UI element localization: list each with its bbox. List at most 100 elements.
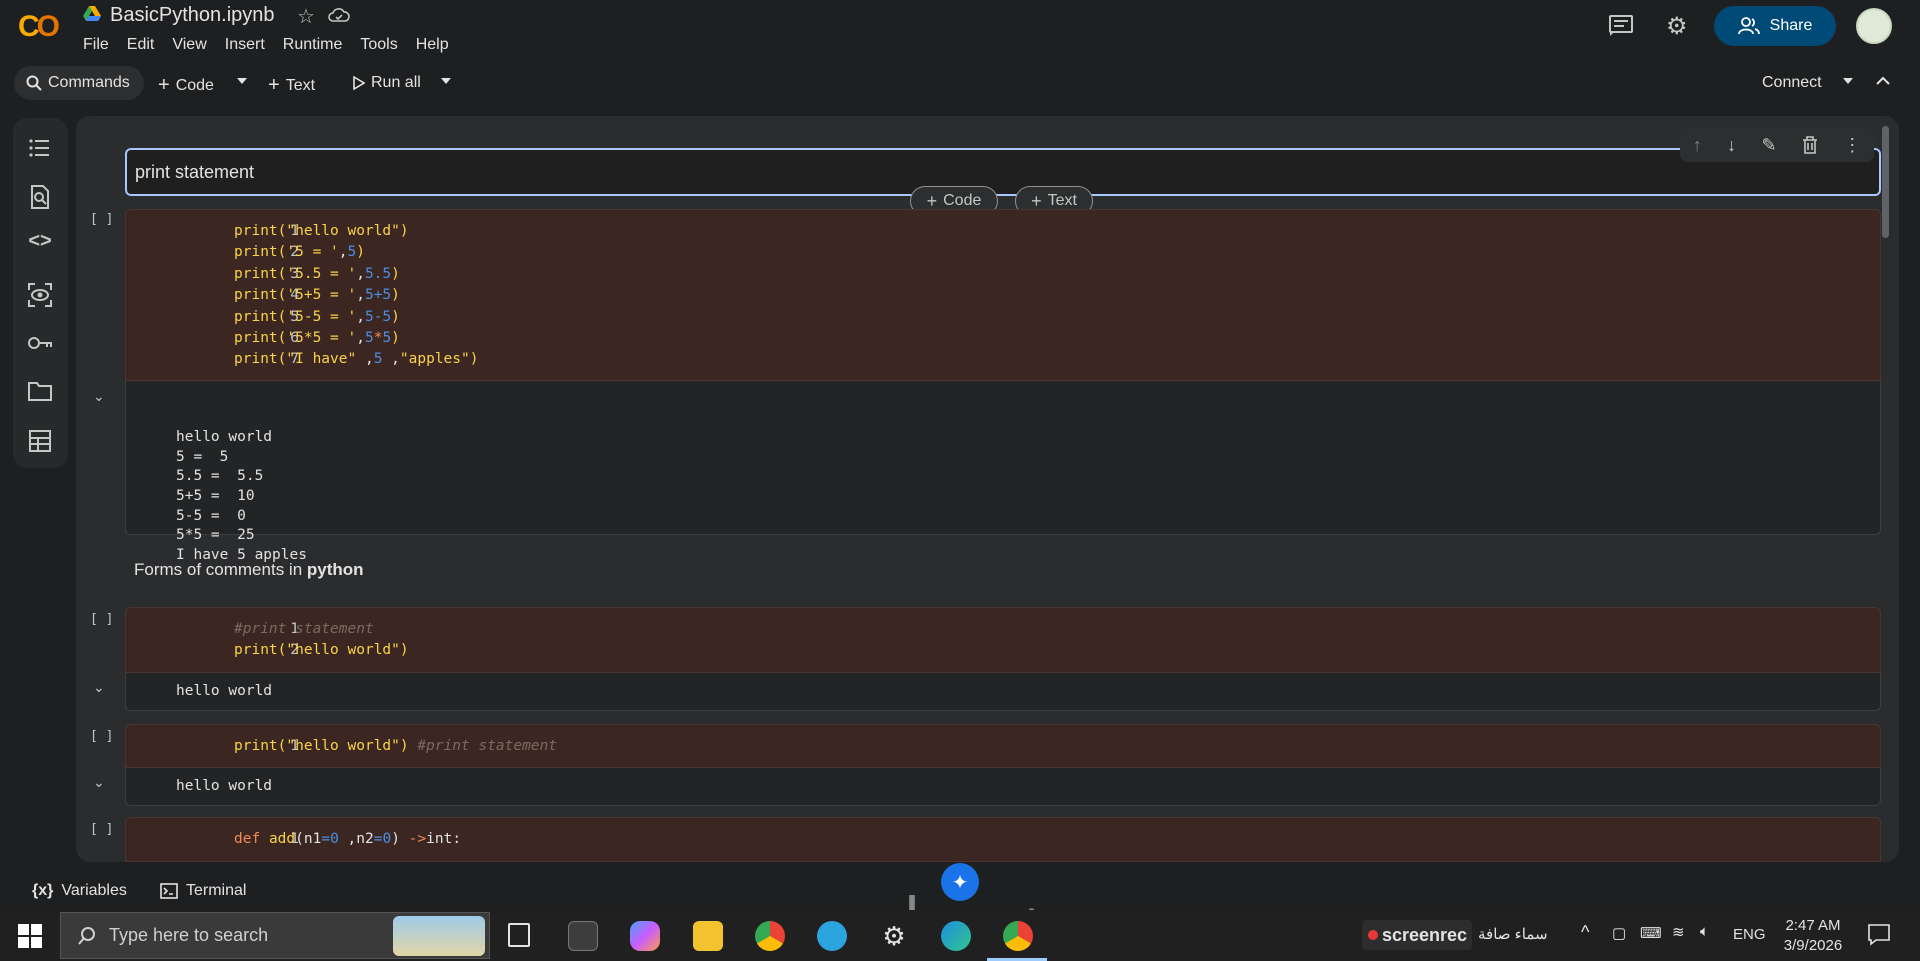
markdown-heading[interactable]: Forms of comments in python [134, 560, 364, 580]
code-editor[interactable]: print("hello world") #print statement [234, 736, 557, 757]
code-cell[interactable]: 1 print("hello world") #print statement [125, 724, 1881, 768]
add-text-button[interactable]: + Text [268, 74, 315, 97]
comments-icon[interactable] [1609, 15, 1633, 37]
wifi-icon[interactable]: ≋ [1672, 923, 1685, 941]
windows-start-icon[interactable] [18, 924, 42, 948]
table-of-contents-icon[interactable] [27, 135, 53, 161]
terminal-icon [160, 883, 178, 899]
menu-view[interactable]: View [172, 36, 206, 54]
heading-bold-text: python [306, 560, 364, 579]
command-prompt-app-icon[interactable] [568, 921, 598, 951]
menu-runtime[interactable]: Runtime [283, 36, 343, 54]
code-dropdown-icon[interactable] [237, 78, 247, 84]
taskbar-search[interactable]: Type here to search [60, 912, 490, 959]
device-icon[interactable]: ▢ [1612, 924, 1626, 942]
star-icon[interactable]: ☆ [297, 4, 315, 29]
windows-taskbar: Type here to search ⚙ screenrec سماء صاف… [0, 910, 1920, 961]
run-cell-button[interactable]: [ ] [90, 822, 113, 837]
file-explorer-icon[interactable] [693, 921, 723, 951]
run-cell-button[interactable]: [ ] [90, 212, 113, 227]
terminal-label: Terminal [186, 882, 247, 899]
edge-app-icon[interactable] [941, 921, 971, 951]
commands-label: Commands [48, 74, 130, 91]
delete-trash-icon[interactable] [1802, 136, 1818, 154]
chrome-app-icon[interactable] [755, 921, 785, 951]
search-icon [78, 926, 95, 945]
code-editor[interactable]: print("hello world") print('5 = ',5) pri… [234, 221, 478, 371]
account-avatar[interactable] [1856, 8, 1892, 44]
notifications-icon[interactable] [1868, 924, 1890, 946]
run-all-dropdown-icon[interactable] [441, 78, 451, 84]
commands-button[interactable]: Commands [14, 66, 144, 100]
code-editor[interactable]: def add(n1=0 ,n2=0) ->int: [234, 829, 461, 850]
copilot-app-icon[interactable] [630, 921, 660, 951]
run-all-button[interactable]: Run all [353, 74, 421, 92]
task-view-icon[interactable] [508, 923, 530, 947]
settings-gear-icon[interactable]: ⚙ [1666, 12, 1688, 41]
plus-icon: + [268, 74, 280, 96]
menu-insert[interactable]: Insert [225, 36, 265, 54]
output-lines: hello world [176, 683, 273, 699]
collapse-output-icon[interactable]: ⌄ [93, 679, 105, 696]
notebook-scrollbar[interactable] [1882, 126, 1889, 238]
secrets-key-icon[interactable] [27, 330, 53, 356]
connect-button[interactable]: Connect [1762, 74, 1822, 92]
app-header: CO BasicPython.ipynb ☆ File Edit View In… [0, 0, 1920, 62]
colab-logo[interactable]: CO [18, 10, 60, 44]
terminal-tab[interactable]: Terminal [160, 882, 246, 900]
data-table-icon[interactable] [27, 428, 53, 454]
code-cell[interactable]: 1 def add(n1=0 ,n2=0) ->int: [125, 817, 1881, 862]
run-cell-button[interactable]: [ ] [90, 612, 113, 627]
clock-time: 2:47 AM [1785, 917, 1841, 934]
weather-label[interactable]: سماء صافة [1478, 925, 1548, 943]
edit-pencil-icon[interactable]: ✎ [1761, 135, 1776, 156]
left-sidebar: <> [13, 118, 68, 468]
menu-file[interactable]: File [83, 36, 109, 54]
run-all-label: Run all [371, 74, 421, 91]
screenrec-label: screenrec [1382, 924, 1468, 945]
move-down-icon[interactable]: ↓ [1727, 135, 1736, 156]
heading-text: Forms of comments in [134, 560, 307, 579]
menu-edit[interactable]: Edit [127, 36, 155, 54]
output-lines: hello world [176, 778, 273, 794]
input-language[interactable]: ENG [1733, 926, 1766, 943]
search-icon [26, 75, 42, 91]
add-code-label: Code [175, 76, 214, 94]
cloud-saved-icon[interactable] [328, 7, 350, 23]
clock-date: 3/9/2026 [1783, 937, 1843, 954]
variables-braces-icon: {x} [32, 882, 54, 899]
variables-inspector-icon[interactable] [27, 282, 53, 308]
text-cell-selected[interactable]: print statement [125, 148, 1881, 196]
connect-dropdown-icon[interactable] [1843, 78, 1853, 84]
clock[interactable]: 2:47 AM 3/9/2026 [1783, 916, 1843, 956]
find-replace-icon[interactable] [27, 184, 53, 210]
cell-toolbar: ↑ ↓ ✎ ⋮ [1680, 128, 1874, 162]
add-code-button[interactable]: + Code [158, 74, 214, 97]
show-hidden-icons-chevron-icon[interactable]: ^ [1581, 922, 1589, 943]
settings-app-icon[interactable]: ⚙ [879, 921, 909, 951]
volume-icon[interactable]: 🔈︎ [1700, 923, 1709, 940]
play-icon [353, 76, 365, 90]
files-folder-icon[interactable] [27, 378, 53, 404]
menu-tools[interactable]: Tools [360, 36, 397, 54]
telegram-app-icon[interactable] [817, 921, 847, 951]
move-up-icon[interactable]: ↑ [1693, 135, 1702, 156]
collapse-output-icon[interactable]: ⌄ [93, 388, 105, 405]
run-cell-button[interactable]: [ ] [90, 729, 113, 744]
code-snippets-icon[interactable]: <> [27, 230, 53, 256]
collapse-header-icon[interactable] [1876, 76, 1890, 86]
screenrec-tray[interactable]: screenrec [1362, 920, 1472, 950]
menu-help[interactable]: Help [416, 36, 449, 54]
variables-tab[interactable]: {x} Variables [32, 882, 127, 900]
notebook-title[interactable]: BasicPython.ipynb [110, 4, 275, 27]
more-options-icon[interactable]: ⋮ [1843, 135, 1861, 156]
chrome-active-app-icon[interactable] [1003, 921, 1033, 951]
share-button[interactable]: Share [1714, 6, 1836, 46]
code-cell[interactable]: 12 #print statement print("hello world") [125, 607, 1881, 673]
collapse-output-icon[interactable]: ⌄ [93, 774, 105, 791]
code-editor[interactable]: #print statement print("hello world") [234, 619, 409, 662]
record-dot-icon [1368, 930, 1378, 940]
connect-label: Connect [1762, 74, 1822, 91]
code-cell[interactable]: 1234567 print("hello world") print('5 = … [125, 209, 1881, 381]
touch-keyboard-icon[interactable]: ⌨ [1640, 924, 1662, 942]
